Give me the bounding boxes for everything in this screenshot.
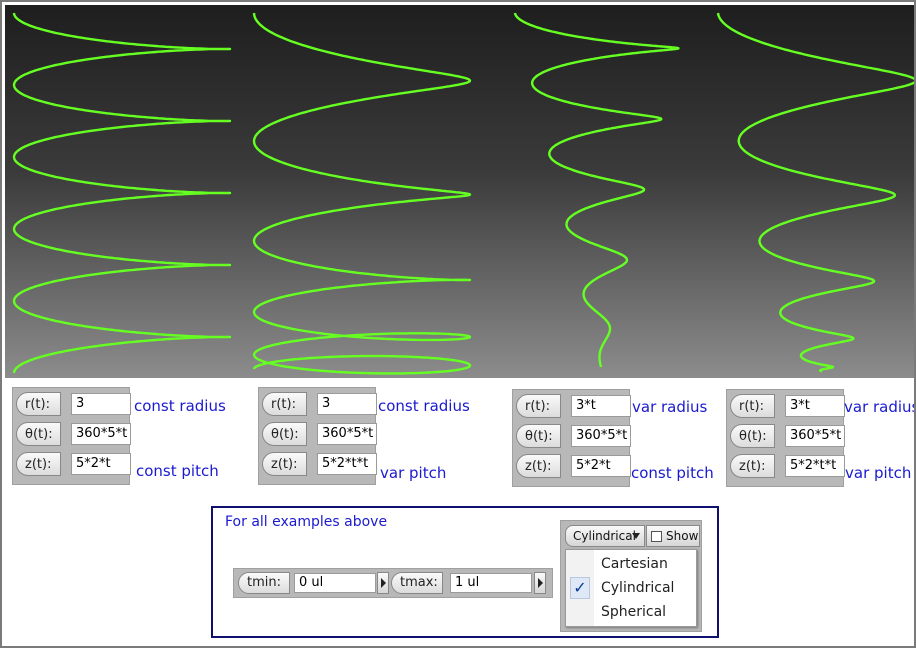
app-window: r(t): 3 θ(t): 360*5*t z(t): 5*2*t const rad…: [0, 0, 916, 648]
z-input[interactable]: 5*2*t*t: [785, 455, 845, 477]
example-2-pitch-desc: var pitch: [380, 464, 447, 482]
theta-input[interactable]: 360*5*t: [785, 425, 845, 447]
tmax-input[interactable]: 1 ul: [450, 573, 532, 593]
example-3-radius-desc: var radius: [632, 398, 708, 416]
theta-input[interactable]: 360*5*t: [71, 423, 131, 445]
example-2-radius-desc: const radius: [378, 397, 470, 415]
menu-item-label: Spherical: [601, 604, 667, 620]
show-checkbox[interactable]: [651, 531, 662, 542]
coordinate-system-menu: Cartesian ✓ Cylindrical Spherical: [565, 549, 697, 627]
theta-label: θ(t):: [16, 422, 61, 446]
r-label: r(t):: [262, 392, 307, 416]
helix-plot: [12, 12, 914, 375]
r-label: r(t):: [730, 394, 775, 418]
r-label: r(t):: [516, 394, 561, 418]
coordinate-system-select[interactable]: Cylindrical: [565, 525, 645, 547]
z-input[interactable]: 5*2*t: [71, 453, 131, 475]
tmax-arrow-icon[interactable]: [534, 572, 546, 594]
theta-input[interactable]: 360*5*t: [571, 425, 631, 447]
coordinate-system-panel: Cylindrical Show Cartesian ✓ Cylindrical…: [560, 520, 702, 632]
menu-item-label: Cartesian: [601, 556, 668, 572]
z-label: z(t):: [262, 452, 307, 476]
theta-label: θ(t):: [262, 422, 307, 446]
helix-curve-3: [513, 12, 680, 368]
r-label: r(t):: [16, 392, 61, 416]
show-toggle[interactable]: Show: [646, 525, 700, 547]
t-range-bar: tmin: 0 ul tmax: 1 ul: [233, 568, 553, 598]
r-input[interactable]: 3: [317, 393, 377, 415]
menu-item-label: Cylindrical: [601, 580, 675, 596]
r-input[interactable]: 3*t: [785, 395, 845, 417]
menu-item-cylindrical[interactable]: ✓ Cylindrical: [566, 576, 696, 600]
z-input[interactable]: 5*2*t*t: [317, 453, 377, 475]
helix-curve-1: [12, 12, 232, 374]
example-1-params: r(t): 3 θ(t): 360*5*t z(t): 5*2*t: [12, 387, 131, 485]
tmin-input[interactable]: 0 ul: [294, 573, 376, 593]
z-label: z(t):: [730, 454, 775, 478]
theta-label: θ(t):: [730, 424, 775, 448]
chevron-down-icon: [632, 533, 640, 539]
menu-item-cartesian[interactable]: Cartesian: [566, 552, 696, 576]
r-input[interactable]: 3: [71, 393, 131, 415]
z-label: z(t):: [516, 454, 561, 478]
show-label: Show: [666, 529, 699, 543]
tmin-arrow-icon[interactable]: [377, 572, 389, 594]
common-settings-title: For all examples above: [225, 514, 388, 530]
tmax-label: tmax:: [391, 572, 443, 594]
graphics-viewport[interactable]: [5, 5, 914, 378]
example-1-pitch-desc: const pitch: [136, 462, 219, 480]
example-2-params: r(t): 3 θ(t): 360*5*t z(t): 5*2*t*t: [258, 387, 377, 485]
example-4-pitch-desc: var pitch: [845, 464, 912, 482]
example-4-radius-desc: var radius: [844, 398, 916, 416]
checkmark-icon: ✓: [570, 577, 590, 599]
example-3-params: r(t): 3*t θ(t): 360*5*t z(t): 5*2*t: [512, 389, 631, 487]
coordinate-system-selected: Cylindrical: [573, 529, 636, 543]
z-label: z(t):: [16, 452, 61, 476]
theta-label: θ(t):: [516, 424, 561, 448]
example-1-radius-desc: const radius: [134, 397, 226, 415]
menu-item-spherical[interactable]: Spherical: [566, 600, 696, 624]
theta-input[interactable]: 360*5*t: [317, 423, 377, 445]
z-input[interactable]: 5*2*t: [571, 455, 631, 477]
example-3-pitch-desc: const pitch: [631, 464, 714, 482]
r-input[interactable]: 3*t: [571, 395, 631, 417]
tmin-label: tmin:: [238, 572, 290, 594]
example-4-params: r(t): 3*t θ(t): 360*5*t z(t): 5*2*t*t: [726, 389, 845, 487]
common-settings-box: For all examples above tmin: 0 ul tmax: …: [211, 506, 719, 638]
helix-curve-4: [716, 12, 914, 373]
helix-curve-2: [252, 12, 472, 375]
